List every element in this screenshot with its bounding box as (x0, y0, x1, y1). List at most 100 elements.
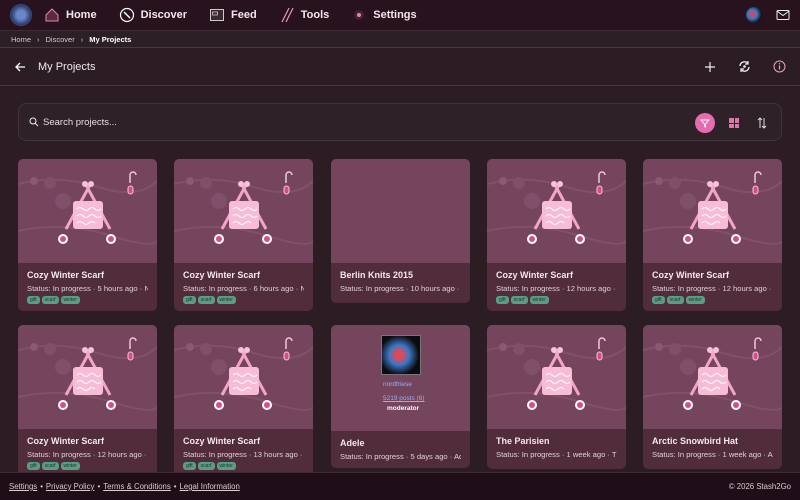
project-title: Berlin Knits 2015 (340, 270, 414, 280)
search-bar (18, 103, 782, 141)
filter-icon (700, 119, 710, 128)
project-image (643, 159, 782, 263)
project-image (174, 325, 313, 429)
chevron-right-icon: › (37, 34, 40, 44)
breadcrumb: Home › Discover › My Projects (0, 31, 800, 48)
settings-icon (354, 10, 365, 20)
nav-home[interactable]: Home (44, 7, 97, 23)
search-input[interactable] (43, 116, 443, 128)
tag-badge: scarf (197, 296, 215, 304)
chevron-right-icon: › (80, 34, 84, 44)
feed-icon (210, 9, 225, 21)
breadcrumb-home[interactable]: Home (11, 35, 31, 44)
project-status: Status: In progress · 10 hours ago · # (340, 284, 461, 293)
project-title: Adele (340, 438, 365, 448)
project-card[interactable]: Cozy Winter Scarf Status: In progress · 1… (174, 325, 313, 472)
tag-badge: gift (652, 296, 665, 304)
compass-icon (119, 7, 134, 23)
user-avatar[interactable] (746, 7, 762, 23)
tag-badge: winter (60, 462, 80, 470)
filter-button[interactable] (695, 113, 715, 133)
project-status: Status: In progress · 1 week ago · Th (496, 450, 617, 459)
tag-badge: gift (496, 296, 509, 304)
project-card[interactable]: nordfriese 5219 posts (6) moderator Adele St… (331, 325, 470, 468)
breadcrumb-current: My Projects (89, 34, 132, 44)
project-image (643, 325, 782, 429)
project-card[interactable]: Cozy Winter Scarf Status: In progress · 5… (18, 159, 157, 311)
project-card[interactable]: Cozy Winter Scarf Status: In progress · 6… (174, 159, 313, 311)
add-icon[interactable] (704, 61, 716, 73)
project-status: Status: In progress · 12 hours ago · N (27, 450, 148, 459)
project-title: Cozy Winter Scarf (652, 270, 729, 280)
top-nav: Home Discover Feed Tools Settings (0, 0, 800, 31)
project-card[interactable]: Arctic Snowbird Hat Status: In progress ·… (643, 325, 782, 469)
project-title: Cozy Winter Scarf (27, 270, 104, 280)
tag-badge: scarf (510, 296, 528, 304)
project-status: Status: In progress · 5 days ago · Ad (340, 452, 461, 461)
project-status: Status: In progress · 12 hours ago · N (496, 284, 617, 293)
screen-role: moderator (387, 405, 420, 412)
project-image (487, 159, 626, 263)
nav-label: Settings (373, 9, 417, 21)
sort-icon[interactable] (757, 116, 767, 134)
tag-badge: scarf (41, 462, 59, 470)
tag-badge: winter (60, 296, 80, 304)
tag-badge: gift (183, 296, 196, 304)
project-image (487, 325, 626, 429)
tag-badge: gift (27, 296, 40, 304)
project-card[interactable]: Cozy Winter Scarf Status: In progress · 1… (487, 159, 626, 311)
search-icon (29, 117, 39, 127)
projects-area: Cozy Winter Scarf Status: In progress · 5… (0, 87, 800, 472)
footer-link-settings[interactable]: Settings (9, 482, 37, 491)
project-title: The Parisien (496, 436, 550, 446)
project-card[interactable]: The Parisien Status: In progress · 1 week… (487, 325, 626, 469)
nav-discover[interactable]: Discover (119, 7, 187, 23)
nav-tools[interactable]: Tools (279, 7, 330, 23)
tag-badge: gift (183, 462, 196, 470)
mail-icon[interactable] (776, 9, 790, 21)
footer-link-privacy[interactable]: Privacy Policy (46, 482, 95, 491)
tag-badge: scarf (197, 462, 215, 470)
page-title: My Projects (38, 60, 96, 73)
nav-label: Home (66, 9, 97, 21)
nav-label: Tools (300, 9, 330, 21)
nav-feed[interactable]: Feed (209, 7, 257, 23)
project-card[interactable]: Cozy Winter Scarf Status: In progress · 1… (643, 159, 782, 311)
sync-icon[interactable] (738, 60, 751, 73)
project-card[interactable]: Berlin Knits 2015 Status: In progress · 1… (331, 159, 470, 303)
tag-badge: winter (216, 296, 236, 304)
footer: Settings • Privacy Policy • Terms & Condit… (0, 472, 800, 500)
screen-username: nordfriese (383, 381, 412, 388)
project-status: Status: In progress · 5 hours ago · N (27, 284, 148, 293)
footer-link-legal[interactable]: Legal Information (180, 482, 240, 491)
project-status: Status: In progress · 6 hours ago · N (183, 284, 304, 293)
tag-badge: winter (216, 462, 236, 470)
project-status: Status: In progress · 1 week ago · Ar (652, 450, 773, 459)
project-title: Cozy Winter Scarf (183, 270, 260, 280)
app-logo[interactable] (10, 4, 32, 26)
tag-badge: scarf (666, 296, 684, 304)
tag-badge: winter (685, 296, 705, 304)
back-arrow-icon[interactable] (14, 61, 26, 73)
project-status: Status: In progress · 12 hours ago · N (652, 284, 773, 293)
breadcrumb-discover[interactable]: Discover (46, 35, 75, 44)
nav-settings[interactable]: Settings (351, 7, 417, 23)
copyright: © 2026 Stash2Go (728, 482, 791, 491)
project-title: Cozy Winter Scarf (496, 270, 573, 280)
project-status: Status: In progress · 13 hours ago · N (183, 450, 304, 459)
screen-posts: 5219 posts (6) (383, 395, 425, 402)
info-icon[interactable] (773, 60, 786, 73)
footer-link-terms[interactable]: Terms & Conditions (103, 482, 171, 491)
project-title: Cozy Winter Scarf (183, 436, 260, 446)
nav-label: Discover (140, 9, 188, 21)
project-photo (331, 159, 470, 263)
project-card[interactable]: Cozy Winter Scarf Status: In progress · 1… (18, 325, 157, 472)
needles-icon (281, 7, 294, 23)
project-title: Arctic Snowbird Hat (652, 436, 739, 446)
nav-label: Feed (231, 9, 257, 21)
project-screenshot: nordfriese 5219 posts (6) moderator (331, 325, 470, 431)
grid-view-icon[interactable] (729, 118, 739, 128)
page-header: My Projects (0, 48, 800, 86)
tag-badge: scarf (41, 296, 59, 304)
home-icon (45, 8, 59, 22)
